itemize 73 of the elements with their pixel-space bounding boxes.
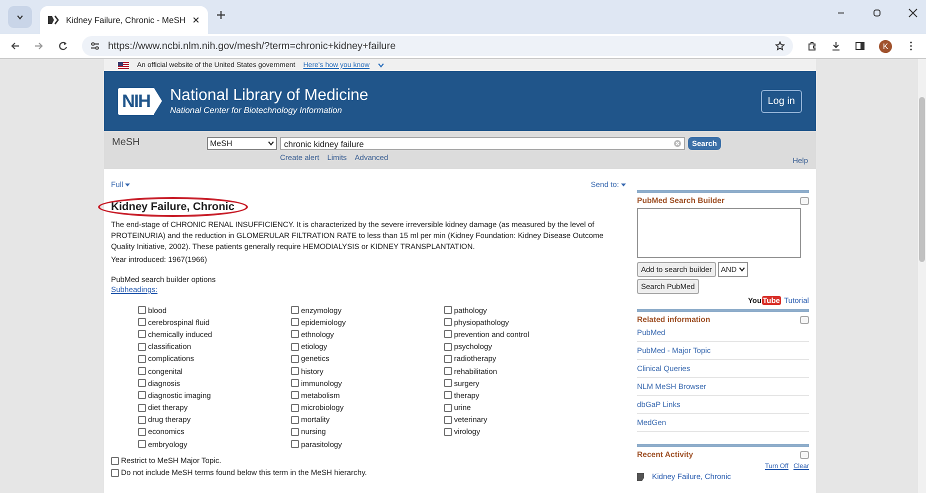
reload-icon[interactable] (58, 41, 68, 51)
checkbox[interactable] (138, 318, 146, 326)
close-icon[interactable] (908, 8, 918, 18)
checkbox[interactable] (291, 367, 299, 376)
collapse-button[interactable] (800, 196, 809, 204)
checkbox[interactable] (291, 330, 299, 338)
checkbox[interactable] (444, 342, 452, 351)
checkbox[interactable] (138, 306, 146, 314)
document-icon (637, 472, 644, 480)
checkbox[interactable] (291, 440, 299, 448)
checkbox[interactable] (291, 306, 299, 314)
checkbox[interactable] (138, 342, 146, 351)
checkbox[interactable] (138, 354, 146, 363)
checkbox[interactable] (444, 391, 452, 400)
close-icon[interactable] (192, 16, 200, 24)
side-panel-icon[interactable] (855, 41, 865, 51)
back-icon[interactable] (10, 41, 20, 51)
restore-icon[interactable] (872, 8, 882, 18)
checkbox[interactable] (291, 428, 299, 436)
chevron-icon (17, 14, 23, 20)
checkbox[interactable] (291, 379, 299, 388)
checkbox[interactable] (291, 416, 299, 424)
scrollbar[interactable] (918, 59, 926, 493)
search-field[interactable]: chronic kidney failure (280, 137, 685, 150)
caret-icon (125, 182, 130, 186)
bookmark-star-icon[interactable] (775, 41, 785, 51)
flag-icon (118, 62, 129, 68)
checkbox[interactable] (111, 468, 119, 477)
checkbox[interactable] (138, 428, 146, 436)
caret-icon (621, 182, 626, 186)
checkbox[interactable] (291, 342, 299, 351)
record-title: Kidney Failure, Chronic (111, 201, 234, 213)
checkbox[interactable] (444, 428, 452, 436)
checkbox[interactable] (291, 354, 299, 363)
checkbox[interactable] (444, 404, 452, 412)
chevron-icon (378, 62, 384, 68)
checkbox[interactable] (138, 416, 146, 424)
collapse-button[interactable] (800, 450, 809, 458)
chevron-icon (268, 141, 274, 146)
site-subtitle: National Center for Biotechnology Information (170, 105, 343, 115)
checkbox[interactable] (138, 391, 146, 400)
extensions-icon[interactable] (807, 41, 817, 51)
search-builder-field[interactable] (637, 208, 801, 258)
site-info-icon[interactable] (90, 41, 100, 51)
checkbox[interactable] (444, 367, 452, 376)
profile-avatar[interactable]: K (879, 40, 892, 52)
database-label: MeSH (112, 137, 141, 150)
database-select[interactable]: MeSH (207, 137, 277, 150)
checkbox[interactable] (291, 404, 299, 412)
browser-tab[interactable]: Kidney Failure, Chronic - MeSH (40, 6, 208, 34)
page-icon (48, 15, 60, 25)
checkbox[interactable] (138, 404, 146, 412)
checkbox[interactable] (291, 391, 299, 400)
checkbox[interactable] (138, 330, 146, 338)
checkbox[interactable] (138, 379, 146, 388)
checkbox[interactable] (111, 456, 119, 465)
checkbox[interactable] (444, 306, 452, 314)
checkbox[interactable] (138, 367, 146, 376)
download-icon[interactable] (831, 41, 841, 51)
chevron-icon (738, 267, 745, 272)
forward-icon[interactable] (34, 41, 44, 51)
site-title: National Library of Medicine (170, 87, 370, 105)
collapse-button[interactable] (800, 316, 809, 324)
checkbox[interactable] (138, 440, 146, 448)
new-tab-icon[interactable] (216, 10, 226, 20)
login-button[interactable]: Log in (760, 90, 802, 112)
checkbox[interactable] (291, 318, 299, 326)
tab-title: Kidney Failure, Chronic - MeSH (66, 15, 186, 25)
checkbox[interactable] (444, 354, 452, 363)
checkbox[interactable] (444, 318, 452, 326)
checkbox[interactable] (444, 416, 452, 424)
checkbox[interactable] (444, 330, 452, 338)
checkbox[interactable] (444, 379, 452, 388)
